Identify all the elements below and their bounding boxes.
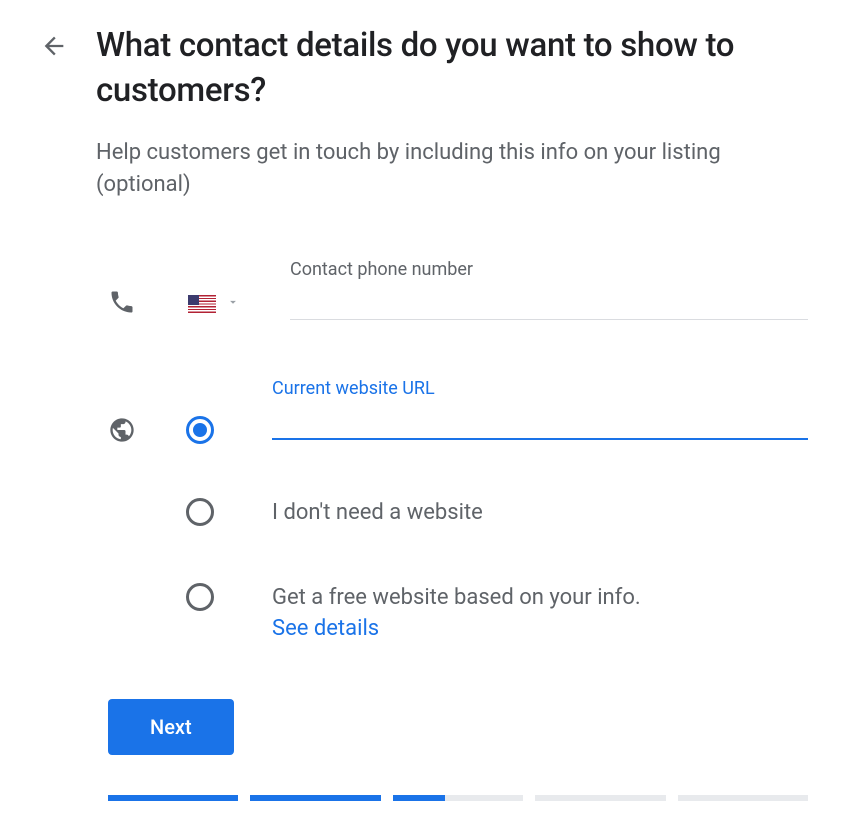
radio-free-website-label: Get a free website based on your info.	[272, 585, 641, 610]
website-url-input[interactable]	[272, 405, 808, 440]
back-button[interactable]	[40, 32, 68, 64]
progress-step-5	[678, 795, 808, 801]
progress-step-1	[108, 795, 238, 801]
phone-input[interactable]	[290, 286, 808, 320]
radio-no-website-label: I don't need a website	[272, 500, 483, 525]
phone-label: Contact phone number	[290, 259, 808, 280]
page-subtitle: Help customers get in touch by including…	[96, 137, 808, 201]
radio-no-website[interactable]	[186, 498, 214, 526]
phone-icon	[108, 288, 136, 320]
see-details-link[interactable]: See details	[272, 616, 808, 641]
radio-free-website[interactable]	[186, 583, 214, 611]
country-code-selector[interactable]	[188, 294, 240, 313]
next-button[interactable]: Next	[108, 699, 234, 755]
progress-step-2	[250, 795, 380, 801]
progress-bar	[108, 795, 808, 801]
flag-us-icon	[188, 295, 216, 313]
page-title: What contact details do you want to show…	[96, 24, 808, 113]
radio-website-url[interactable]	[186, 416, 214, 444]
progress-step-4	[535, 795, 665, 801]
website-url-label: Current website URL	[272, 378, 808, 399]
chevron-down-icon	[226, 294, 240, 313]
progress-step-3	[393, 795, 523, 801]
globe-icon	[108, 416, 136, 448]
